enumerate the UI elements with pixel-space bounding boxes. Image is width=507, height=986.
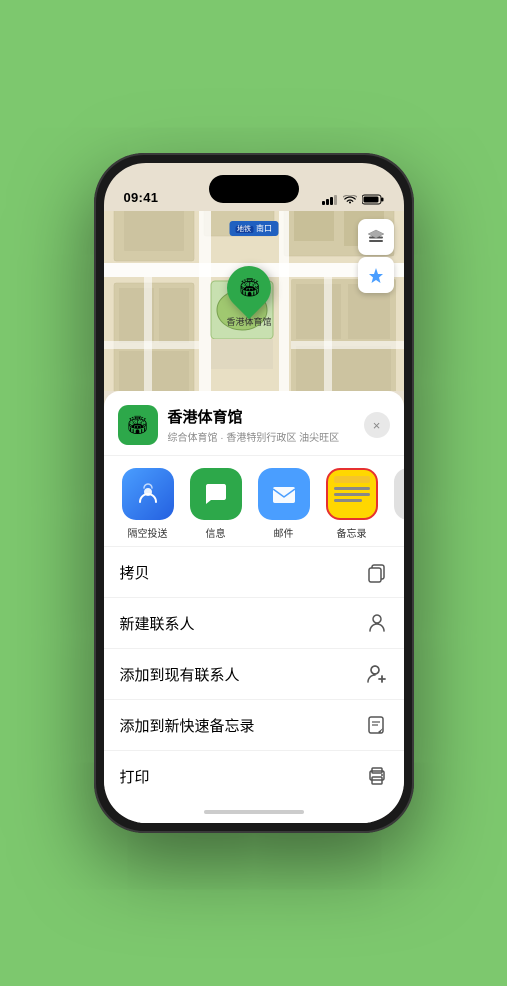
battery-icon — [362, 194, 384, 205]
home-bar — [204, 810, 304, 814]
notes-label: 备忘录 — [337, 525, 367, 540]
notes-icon — [326, 468, 378, 520]
action-print-label: 打印 — [120, 766, 150, 787]
action-add-contact-label: 添加到现有联系人 — [120, 664, 240, 685]
action-copy-label: 拷贝 — [120, 562, 150, 583]
action-print[interactable]: 打印 — [104, 751, 404, 801]
phone-frame: 09:41 — [94, 153, 414, 833]
copy-icon — [366, 561, 388, 583]
signal-icon — [322, 195, 338, 205]
venue-info: 香港体育馆 综合体育馆 · 香港特别行政区 油尖旺区 — [168, 406, 364, 444]
action-new-contact[interactable]: 新建联系人 — [104, 598, 404, 649]
map-layer-button[interactable] — [358, 219, 394, 255]
note-icon — [366, 714, 388, 736]
bottom-sheet: 🏟 香港体育馆 综合体育馆 · 香港特别行政区 油尖旺区 × — [104, 391, 404, 823]
airdrop-label: 隔空投送 — [128, 525, 168, 540]
share-item-more[interactable]: 提 — [386, 468, 404, 540]
messages-icon — [190, 468, 242, 520]
wifi-icon — [343, 195, 357, 205]
stadium-marker: 🏟 香港体育馆 — [226, 266, 271, 328]
mail-label: 邮件 — [274, 525, 294, 540]
dynamic-island — [209, 175, 299, 203]
home-indicator — [104, 801, 404, 823]
marker-pin-icon: 🏟 — [238, 278, 261, 299]
airdrop-icon — [122, 468, 174, 520]
messages-label: 信息 — [206, 525, 226, 540]
share-item-notes[interactable]: 备忘录 — [318, 468, 386, 540]
action-list: 拷贝 新建联系人 添加到现有联系人 — [104, 547, 404, 801]
action-new-contact-label: 新建联系人 — [120, 613, 195, 634]
map-controls — [358, 219, 394, 293]
print-icon — [366, 765, 388, 787]
location-button[interactable] — [358, 257, 394, 293]
person-icon — [366, 612, 388, 634]
mail-icon — [258, 468, 310, 520]
venue-icon: 🏟 — [118, 405, 158, 445]
marker-pin: 🏟 — [218, 257, 280, 319]
share-item-mail[interactable]: 邮件 — [250, 468, 318, 540]
more-icon — [394, 468, 404, 520]
share-item-airdrop[interactable]: 隔空投送 — [114, 468, 182, 540]
action-quick-note-label: 添加到新快速备忘录 — [120, 715, 255, 736]
action-add-contact[interactable]: 添加到现有联系人 — [104, 649, 404, 700]
phone-screen: 09:41 — [104, 163, 404, 823]
action-copy[interactable]: 拷贝 — [104, 547, 404, 598]
venue-subtitle: 综合体育馆 · 香港特别行政区 油尖旺区 — [168, 429, 364, 444]
share-item-messages[interactable]: 信息 — [182, 468, 250, 540]
action-quick-note[interactable]: 添加到新快速备忘录 — [104, 700, 404, 751]
venue-name: 香港体育馆 — [168, 406, 364, 427]
share-row: 隔空投送 信息 — [104, 456, 404, 547]
person-add-icon — [366, 663, 388, 685]
location-icon — [368, 267, 384, 283]
status-icons — [322, 194, 384, 205]
sheet-header: 🏟 香港体育馆 综合体育馆 · 香港特别行政区 油尖旺区 × — [104, 391, 404, 456]
status-time: 09:41 — [124, 190, 159, 205]
metro-label: 南口 — [229, 221, 278, 236]
map-area: 南口 — [104, 211, 404, 391]
close-button[interactable]: × — [364, 412, 390, 438]
